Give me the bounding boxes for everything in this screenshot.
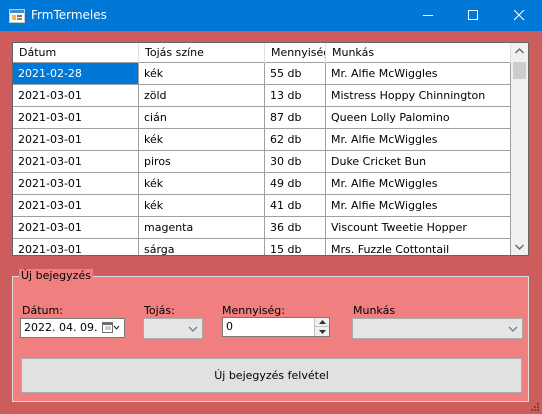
spin-down-icon — [319, 330, 326, 334]
cell-egg-color[interactable]: kék — [139, 173, 265, 194]
cell-worker[interactable]: Mr. Alfie McWiggles — [326, 63, 511, 84]
cell-worker[interactable]: Mr. Alfie McWiggles — [326, 173, 511, 194]
cell-quantity[interactable]: 36 db — [265, 217, 326, 238]
cell-date[interactable]: 2021-03-01 — [13, 129, 139, 150]
table-row[interactable]: 2021-03-01 piros 30 db Duke Cricket Bun — [13, 151, 511, 173]
table-row[interactable]: 2021-03-01 zöld 13 db Mistress Hoppy Chi… — [13, 85, 511, 107]
cell-quantity[interactable]: 15 db — [265, 239, 326, 255]
table-row[interactable]: 2021-03-01 kék 49 db Mr. Alfie McWiggles — [13, 173, 511, 195]
grid-vertical-scrollbar[interactable] — [511, 43, 528, 255]
egg-color-label: Tojás: — [144, 304, 175, 317]
chevron-down-icon — [508, 326, 518, 332]
cell-worker[interactable]: Mr. Alfie McWiggles — [326, 195, 511, 216]
spin-up-icon — [319, 320, 326, 324]
cell-quantity[interactable]: 30 db — [265, 151, 326, 172]
cell-quantity[interactable]: 49 db — [265, 173, 326, 194]
date-label: Dátum: — [22, 304, 63, 317]
group-title: Új bejegyzés — [19, 269, 93, 282]
resize-grip-icon[interactable] — [530, 402, 540, 412]
cell-egg-color[interactable]: magenta — [139, 217, 265, 238]
date-picker[interactable]: 2022. 04. 09. — [20, 318, 125, 338]
cell-worker[interactable]: Duke Cricket Bun — [326, 151, 511, 172]
cell-worker[interactable]: Mrs. Fuzzle Cottontail — [326, 239, 511, 255]
scroll-down-button[interactable] — [511, 238, 528, 255]
column-header-worker[interactable]: Munkás — [326, 43, 511, 63]
close-icon — [514, 10, 525, 21]
quantity-stepper[interactable]: 0 — [222, 317, 330, 337]
scroll-up-button[interactable] — [511, 43, 528, 60]
maximize-icon — [468, 10, 478, 20]
worker-label: Munkás — [353, 304, 396, 317]
table-row[interactable]: 2021-03-01 cián 87 db Queen Lolly Palomi… — [13, 107, 511, 129]
quantity-increment-button[interactable] — [315, 318, 329, 327]
egg-color-select[interactable] — [143, 318, 203, 339]
table-row[interactable]: 2021-03-01 magenta 36 db Viscount Tweeti… — [13, 217, 511, 239]
grid-header: Dátum Tojás színe Mennyiség Munkás — [13, 43, 511, 63]
add-entry-button[interactable]: Új bejegyzés felvétel — [21, 358, 522, 393]
new-entry-group: Új bejegyzés Dátum: 2022. 04. 09. Tojás:… — [12, 269, 529, 402]
cell-date[interactable]: 2021-03-01 — [13, 85, 139, 106]
column-header-quantity[interactable]: Mennyiség — [265, 43, 326, 63]
table-row[interactable]: 2021-02-28 kék 55 db Mr. Alfie McWiggles — [13, 63, 511, 85]
cell-date[interactable]: 2021-03-01 — [13, 217, 139, 238]
worker-select[interactable] — [352, 318, 523, 339]
cell-quantity[interactable]: 62 db — [265, 129, 326, 150]
cell-egg-color[interactable]: kék — [139, 129, 265, 150]
chevron-down-icon — [188, 326, 198, 332]
cell-date[interactable]: 2021-03-01 — [13, 173, 139, 194]
cell-egg-color[interactable]: sárga — [139, 239, 265, 255]
table-row[interactable]: 2021-03-01 kék 41 db Mr. Alfie McWiggles — [13, 195, 511, 217]
app-form-icon[interactable] — [9, 8, 25, 24]
scroll-thumb[interactable] — [513, 62, 526, 79]
cell-worker[interactable]: Viscount Tweetie Hopper — [326, 217, 511, 238]
cell-egg-color[interactable]: kék — [139, 195, 265, 216]
chevron-up-icon — [515, 48, 524, 54]
cell-egg-color[interactable]: kék — [139, 63, 265, 84]
minimize-button[interactable] — [406, 0, 451, 31]
cell-worker[interactable]: Mistress Hoppy Chinnington — [326, 85, 511, 106]
maximize-button[interactable] — [451, 0, 496, 31]
quantity-decrement-button[interactable] — [315, 327, 329, 336]
close-button[interactable] — [497, 0, 542, 31]
quantity-label: Mennyiség: — [222, 304, 285, 317]
cell-egg-color[interactable]: piros — [139, 151, 265, 172]
table-row[interactable]: 2021-03-01 sárga 15 db Mrs. Fuzzle Cotto… — [13, 239, 511, 255]
quantity-value: 0 — [226, 320, 233, 333]
cell-quantity[interactable]: 13 db — [265, 85, 326, 106]
chevron-down-icon — [515, 244, 524, 250]
production-data-grid[interactable]: Dátum Tojás színe Mennyiség Munkás 2021-… — [12, 42, 529, 256]
cell-worker[interactable]: Mr. Alfie McWiggles — [326, 129, 511, 150]
window-title: FrmTermeles — [31, 8, 107, 22]
column-header-date[interactable]: Dátum — [13, 43, 139, 63]
cell-date[interactable]: 2021-03-01 — [13, 151, 139, 172]
title-bar: FrmTermeles — [0, 0, 542, 31]
cell-quantity[interactable]: 41 db — [265, 195, 326, 216]
cell-egg-color[interactable]: cián — [139, 107, 265, 128]
cell-worker[interactable]: Queen Lolly Palomino — [326, 107, 511, 128]
date-value: 2022. 04. 09. — [24, 321, 98, 334]
cell-quantity[interactable]: 55 db — [265, 63, 326, 84]
cell-quantity[interactable]: 87 db — [265, 107, 326, 128]
cell-date[interactable]: 2021-03-01 — [13, 195, 139, 216]
calendar-dropdown-icon[interactable] — [102, 322, 120, 340]
table-row[interactable]: 2021-03-01 kék 62 db Mr. Alfie McWiggles — [13, 129, 511, 151]
grid-rows: 2021-02-28 kék 55 db Mr. Alfie McWiggles… — [13, 63, 511, 255]
minimize-icon — [423, 15, 433, 16]
cell-egg-color[interactable]: zöld — [139, 85, 265, 106]
cell-date[interactable]: 2021-02-28 — [13, 63, 139, 84]
cell-date[interactable]: 2021-03-01 — [13, 107, 139, 128]
column-header-egg-color[interactable]: Tojás színe — [139, 43, 265, 63]
cell-date[interactable]: 2021-03-01 — [13, 239, 139, 255]
quantity-spin-buttons — [314, 318, 329, 336]
